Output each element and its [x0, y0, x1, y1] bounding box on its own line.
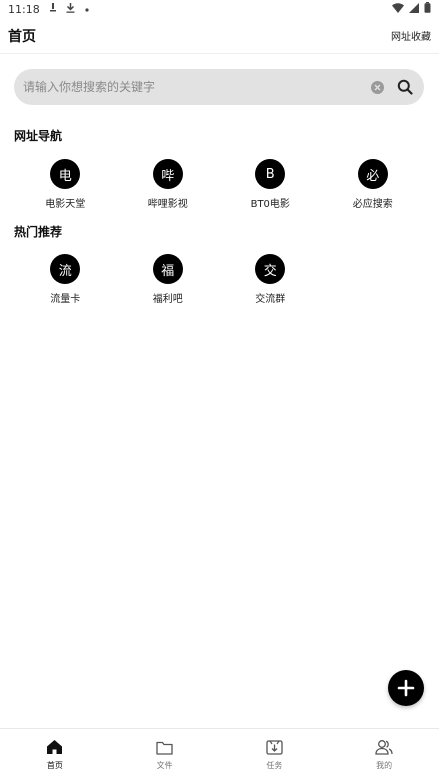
home-icon	[46, 738, 64, 756]
nav-item-bing-search[interactable]: 必 必应搜索	[322, 159, 425, 210]
hot-item-avatar: 交	[255, 254, 286, 284]
user-icon	[375, 738, 393, 756]
hot-item-data-card[interactable]: 流 流量卡	[14, 254, 117, 305]
clear-icon[interactable]	[371, 80, 384, 94]
search-bar	[14, 69, 424, 105]
nav-item-label: BT0电影	[250, 199, 290, 210]
screen: 11:18 首页 网址收藏 请输入你想搜索的关键字 网址导航 电 电影天堂 哔 …	[0, 0, 439, 780]
status-time: 11:18	[8, 2, 40, 16]
hot-item-group[interactable]: 交 交流群	[219, 254, 322, 305]
hot-item-welfare[interactable]: 福 福利吧	[117, 254, 220, 305]
hot-item-label: 流量卡	[50, 294, 81, 305]
hot-item-label: 福利吧	[152, 294, 183, 305]
nav-item-avatar: 哔	[152, 159, 183, 189]
wifi-icon	[392, 2, 404, 16]
bottom-nav: 首页 文件 任务 我的	[0, 728, 439, 780]
tab-label: 首页	[46, 761, 63, 770]
nav-item-label: 电影天堂	[45, 199, 86, 210]
nav-item-label: 哔哩影视	[147, 199, 188, 210]
nav-item-label: 必应搜索	[352, 199, 393, 210]
download-icon	[66, 2, 75, 16]
folder-icon	[156, 738, 174, 756]
hot-grid: 流 流量卡 福 福利吧 交 交流群	[14, 254, 424, 305]
hot-item-label: 交流群	[255, 294, 286, 305]
dot-icon	[85, 4, 89, 15]
bookmarks-button[interactable]: 网址收藏	[391, 28, 431, 43]
usb-icon	[49, 3, 56, 15]
nav-section-title: 网址导航	[14, 129, 63, 143]
search-input[interactable]	[23, 80, 371, 94]
nav-grid: 电 电影天堂 哔 哔哩影视 B BT0电影 必 必应搜索	[14, 159, 424, 210]
nav-item-avatar: B	[255, 159, 286, 189]
battery-icon	[424, 2, 431, 16]
hot-item-avatar: 福	[152, 254, 183, 284]
hot-item-avatar: 流	[50, 254, 81, 284]
nav-item-movie-heaven[interactable]: 电 电影天堂	[14, 159, 117, 210]
tab-label: 我的	[376, 761, 393, 770]
add-button[interactable]	[388, 670, 424, 706]
tab-mine[interactable]: 我的	[329, 729, 439, 780]
search-icon[interactable]	[396, 78, 414, 96]
download-box-icon	[265, 738, 283, 756]
tab-label: 文件	[156, 761, 173, 770]
nav-item-avatar: 必	[357, 159, 388, 189]
status-bar: 11:18	[0, 0, 439, 18]
nav-item-bt0-movie[interactable]: B BT0电影	[219, 159, 322, 210]
nav-item-bili-video[interactable]: 哔 哔哩影视	[117, 159, 220, 210]
nav-item-avatar: 电	[50, 159, 81, 189]
hot-section-title: 热门推荐	[14, 225, 63, 239]
tab-label: 任务	[266, 761, 283, 770]
tab-home[interactable]: 首页	[0, 729, 110, 780]
tab-files[interactable]: 文件	[110, 729, 220, 780]
app-bar: 首页 网址收藏	[0, 18, 439, 54]
signal-icon	[409, 2, 419, 16]
tab-tasks[interactable]: 任务	[220, 729, 330, 780]
page-title: 首页	[8, 28, 36, 45]
plus-icon	[397, 679, 415, 697]
